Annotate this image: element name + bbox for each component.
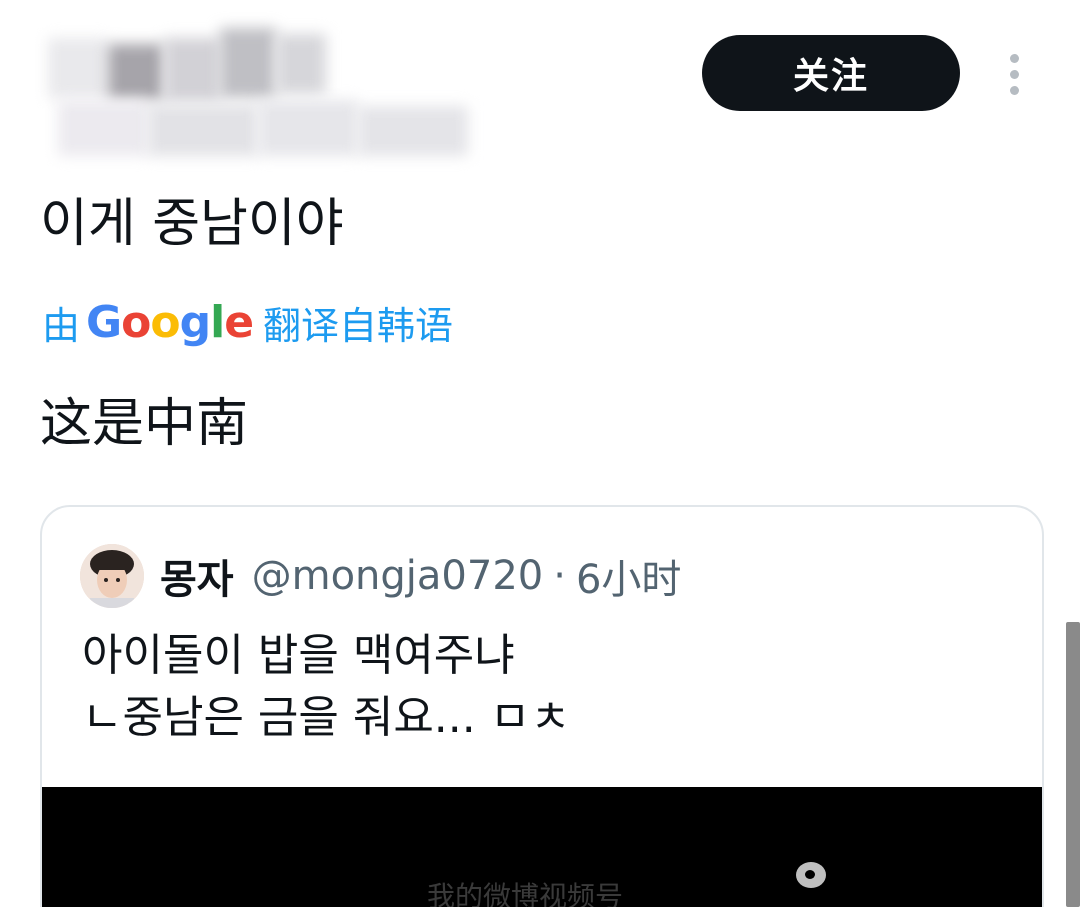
- follow-button[interactable]: 关注: [702, 35, 960, 111]
- tweet-detail-screen: 关注 이게 중남이야 由 Google 翻译自韩语 这是中南 몽자 @mongj…: [0, 0, 1080, 907]
- more-options-icon[interactable]: [1000, 52, 1030, 98]
- translate-prefix: 由: [42, 303, 81, 348]
- quoted-tweet-text: 아이돌이 밥을 맥여주냐 ㄴ중남은 금을 줘요... ㅁㅊ: [82, 625, 571, 749]
- quoted-line: 아이돌이 밥을 맥여주냐: [82, 630, 515, 681]
- translate-suffix: 翻译自韩语: [263, 303, 454, 348]
- quoted-user-handle: @mongja0720: [251, 553, 544, 599]
- translated-text: 这是中南: [40, 394, 249, 454]
- quoted-tweet-card[interactable]: 몽자 @mongja0720 · 6小时 아이돌이 밥을 맥여주냐 ㄴ중남은 금…: [40, 505, 1044, 907]
- quoted-video-media[interactable]: 我的微博视频号: [42, 787, 1042, 907]
- scrollbar[interactable]: [1066, 622, 1080, 907]
- quoted-timestamp: 6小时: [575, 557, 682, 603]
- weibo-watermark: [796, 862, 834, 888]
- weibo-logo-icon: [796, 862, 826, 888]
- avatar[interactable]: [80, 544, 144, 608]
- google-logo: Google: [86, 296, 254, 348]
- blurred-user-header: [38, 8, 498, 168]
- translation-attribution[interactable]: 由 Google 翻译自韩语: [42, 294, 453, 350]
- tweet-text: 이게 중남이야: [40, 194, 344, 254]
- quoted-tweet-header: 몽자 @mongja0720 · 6小时: [80, 541, 681, 611]
- quoted-user-name: 몽자: [160, 557, 234, 603]
- separator-dot: ·: [553, 553, 566, 599]
- media-watermark-text: 我的微博视频号: [427, 880, 624, 907]
- quoted-line: ㄴ중남은 금을 줘요... ㅁㅊ: [82, 692, 571, 743]
